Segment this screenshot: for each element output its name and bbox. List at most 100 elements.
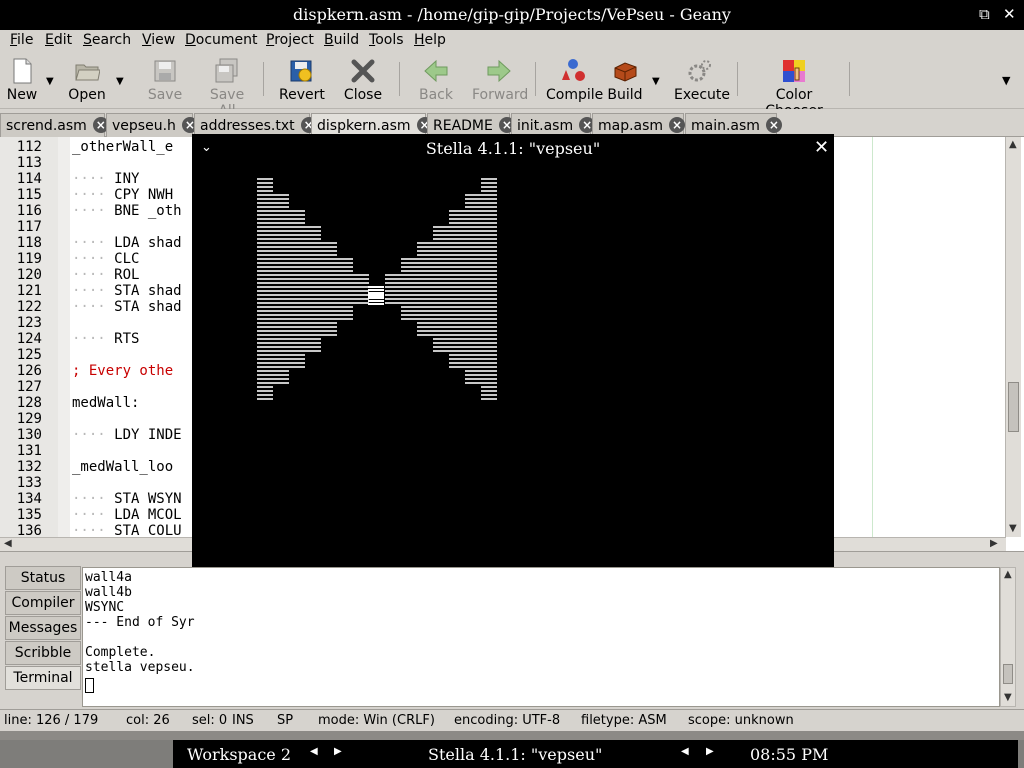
scroll-up-icon[interactable]: ▲: [1009, 139, 1017, 150]
code-line[interactable]: ···· STA shad: [72, 299, 182, 315]
line-number: 126: [16, 363, 42, 379]
code-line[interactable]: _otherWall_e: [72, 139, 173, 155]
menu-document[interactable]: Document: [185, 32, 258, 48]
wall-left-stripe: [257, 230, 321, 232]
toolbar-overflow-icon[interactable]: ▼: [1002, 74, 1010, 87]
code-line[interactable]: medWall:: [72, 395, 139, 411]
editor-scroll-thumb[interactable]: [1008, 382, 1019, 432]
wall-right-stripe: [465, 206, 497, 208]
code-line[interactable]: ···· LDA MCOL: [72, 507, 182, 523]
code-line[interactable]: ; Every othe: [72, 363, 173, 379]
center-wall-stripe: [368, 297, 384, 299]
code-line[interactable]: ···· RTS: [72, 331, 139, 347]
code-line[interactable]: ···· INY: [72, 171, 139, 187]
wall-right-stripe: [433, 234, 497, 236]
tab-scrend-asm[interactable]: scrend.asm ×: [0, 113, 109, 137]
code-line[interactable]: _medWall_loo: [72, 459, 173, 475]
terminal-scrollbar[interactable]: ▲ ▼: [1000, 567, 1016, 707]
save-button[interactable]: Save: [146, 58, 184, 103]
scroll-down-icon[interactable]: ▼: [1009, 523, 1017, 534]
code-line[interactable]: ···· LDY INDE: [72, 427, 182, 443]
close-button[interactable]: Close: [343, 58, 383, 103]
revert-button[interactable]: Revert: [279, 58, 325, 103]
line-number: 131: [16, 443, 42, 459]
tab-close-icon[interactable]: ×: [765, 117, 782, 133]
menu-file[interactable]: File: [10, 32, 33, 48]
restore-icon[interactable]: ⧉: [979, 5, 990, 23]
stella-close-icon[interactable]: ✕: [814, 137, 829, 158]
wall-right-stripe: [385, 298, 497, 300]
editor-vertical-scrollbar[interactable]: ▲ ▼: [1005, 137, 1021, 537]
next-window-icon[interactable]: ▶: [706, 746, 714, 757]
wall-right-stripe: [385, 294, 497, 296]
new-dropdown-icon[interactable]: ▼: [46, 76, 54, 87]
clock: 08:55 PM: [750, 745, 829, 764]
status-filetype: filetype: ASM: [581, 713, 667, 728]
menu-tools[interactable]: Tools: [369, 32, 404, 48]
code-line[interactable]: ···· BNE _oth: [72, 203, 182, 219]
wall-left-stripe: [257, 210, 305, 212]
center-wall-stripe: [368, 286, 384, 288]
window-titlebar[interactable]: dispkern.asm - /home/gip-gip/Projects/Ve…: [0, 0, 1024, 30]
execute-button[interactable]: Execute: [674, 58, 730, 103]
workspace-name[interactable]: Workspace 2: [187, 745, 291, 764]
panel-tab-scribble[interactable]: Scribble: [5, 641, 81, 665]
panel-tab-terminal[interactable]: Terminal: [5, 666, 81, 690]
revert-button-label: Revert: [279, 87, 325, 103]
panel-tab-messages[interactable]: Messages: [5, 616, 81, 640]
menu-edit[interactable]: Edit: [45, 32, 72, 48]
next-workspace-icon[interactable]: ▶: [334, 746, 342, 757]
center-wall-stripe: [368, 294, 384, 296]
code-line[interactable]: ···· LDA shad: [72, 235, 182, 251]
center-wall-stripe: [368, 303, 384, 305]
emulator-screen[interactable]: [192, 164, 834, 567]
fold-margin[interactable]: [58, 137, 70, 537]
terminal[interactable]: wall4a wall4b WSYNC --- End of Syr Complete.…: [82, 567, 1000, 707]
scroll-down-icon[interactable]: ▼: [1004, 692, 1012, 703]
tab-label: dispkern.asm: [317, 118, 411, 134]
wall-right-stripe: [433, 338, 497, 340]
wall-right-stripe: [401, 306, 497, 308]
toolbar-separator: [535, 62, 536, 96]
wall-right-stripe: [465, 374, 497, 376]
build-dropdown-icon[interactable]: ▼: [652, 76, 660, 87]
menu-help[interactable]: Help: [414, 32, 446, 48]
active-window-name[interactable]: Stella 4.1.1: "vepseu": [428, 745, 602, 764]
tab-close-icon[interactable]: ×: [669, 117, 686, 133]
menu-project[interactable]: Project: [266, 32, 314, 48]
wall-left-stripe: [257, 182, 273, 184]
back-button[interactable]: Back: [418, 58, 454, 103]
prev-window-icon[interactable]: ◀: [681, 746, 689, 757]
code-line[interactable]: ···· STA WSYN: [72, 491, 182, 507]
menu-build[interactable]: Build: [324, 32, 359, 48]
stella-window[interactable]: ⌄ Stella 4.1.1: "vepseu" ✕: [192, 134, 834, 567]
scroll-left-icon[interactable]: ◀: [4, 538, 12, 549]
scroll-up-icon[interactable]: ▲: [1004, 569, 1012, 580]
open-dropdown-icon[interactable]: ▼: [116, 76, 124, 87]
terminal-line: stella vepseu.: [85, 660, 195, 675]
panel-tab-status[interactable]: Status: [5, 566, 81, 590]
panel-tab-compiler[interactable]: Compiler: [5, 591, 81, 615]
wall-left-stripe: [257, 342, 321, 344]
tab-label: vepseu.h: [112, 118, 176, 134]
code-line[interactable]: ···· STA shad: [72, 283, 182, 299]
forward-button[interactable]: Forward: [472, 58, 528, 103]
code-line[interactable]: ···· CPY NWH: [72, 187, 173, 203]
scroll-right-icon[interactable]: ▶: [990, 538, 998, 549]
wall-left-stripe: [257, 222, 305, 224]
prev-workspace-icon[interactable]: ◀: [310, 746, 318, 757]
new-button-label: New: [6, 87, 38, 103]
close-icon[interactable]: ✕: [1003, 5, 1016, 23]
tab-vepseu-h[interactable]: vepseu.h ×: [106, 113, 198, 137]
terminal-scroll-thumb[interactable]: [1003, 664, 1013, 684]
open-button[interactable]: Open: [67, 58, 107, 103]
wall-right-stripe: [433, 342, 497, 344]
code-line[interactable]: ···· ROL: [72, 267, 139, 283]
compile-button[interactable]: Compile: [546, 58, 603, 103]
new-button[interactable]: New: [4, 58, 40, 103]
center-wall-stripe: [368, 289, 384, 291]
build-button[interactable]: Build: [606, 58, 644, 103]
menu-view[interactable]: View: [142, 32, 175, 48]
menu-search[interactable]: Search: [83, 32, 131, 48]
code-line[interactable]: ···· CLC: [72, 251, 139, 267]
